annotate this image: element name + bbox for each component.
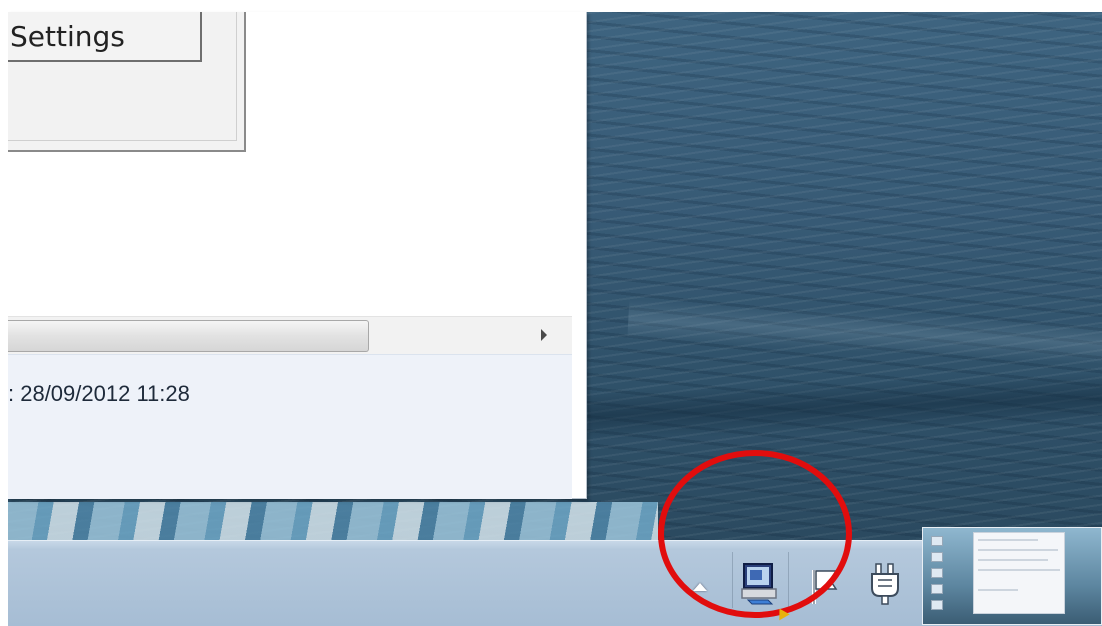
status-area: : 28/09/2012 11:28 [8, 354, 572, 499]
scroll-right-arrow-icon[interactable] [541, 329, 547, 341]
thumbnail-line [978, 559, 1048, 561]
thumbnail-line [978, 539, 1038, 541]
thumbnail-desktop-icon [931, 552, 943, 562]
settings-button-label: Settings [10, 19, 125, 53]
thumbnail-line [978, 549, 1058, 551]
thumbnail-window [973, 532, 1065, 614]
app-window: Settings : 28/09/2012 11:28 [8, 12, 587, 499]
settings-button[interactable]: Settings [8, 12, 202, 62]
horizontal-scrollbar[interactable] [8, 316, 572, 355]
sea-wave-highlight [627, 299, 1102, 365]
desktop-preview-thumbnail[interactable] [922, 527, 1102, 625]
thumbnail-line [978, 569, 1060, 571]
settings-panel: Settings [8, 12, 246, 152]
screen-top-strip [0, 0, 1102, 12]
red-highlight-ellipse [658, 450, 852, 618]
thumbnail-desktop-icon [931, 584, 943, 594]
power-plug-icon[interactable] [868, 562, 904, 606]
thumbnail-desktop-icon [931, 600, 943, 610]
thumbnail-desktop-icon [931, 536, 943, 546]
thumbnail-desktop-icon [931, 568, 943, 578]
scrollbar-thumb[interactable] [8, 320, 369, 352]
sea-wave-shadow [587, 372, 1102, 442]
wallpaper-umbrella [8, 502, 658, 540]
screen-left-strip [0, 0, 8, 625]
last-modified-text: : 28/09/2012 11:28 [8, 381, 190, 406]
thumbnail-line [978, 589, 1018, 591]
